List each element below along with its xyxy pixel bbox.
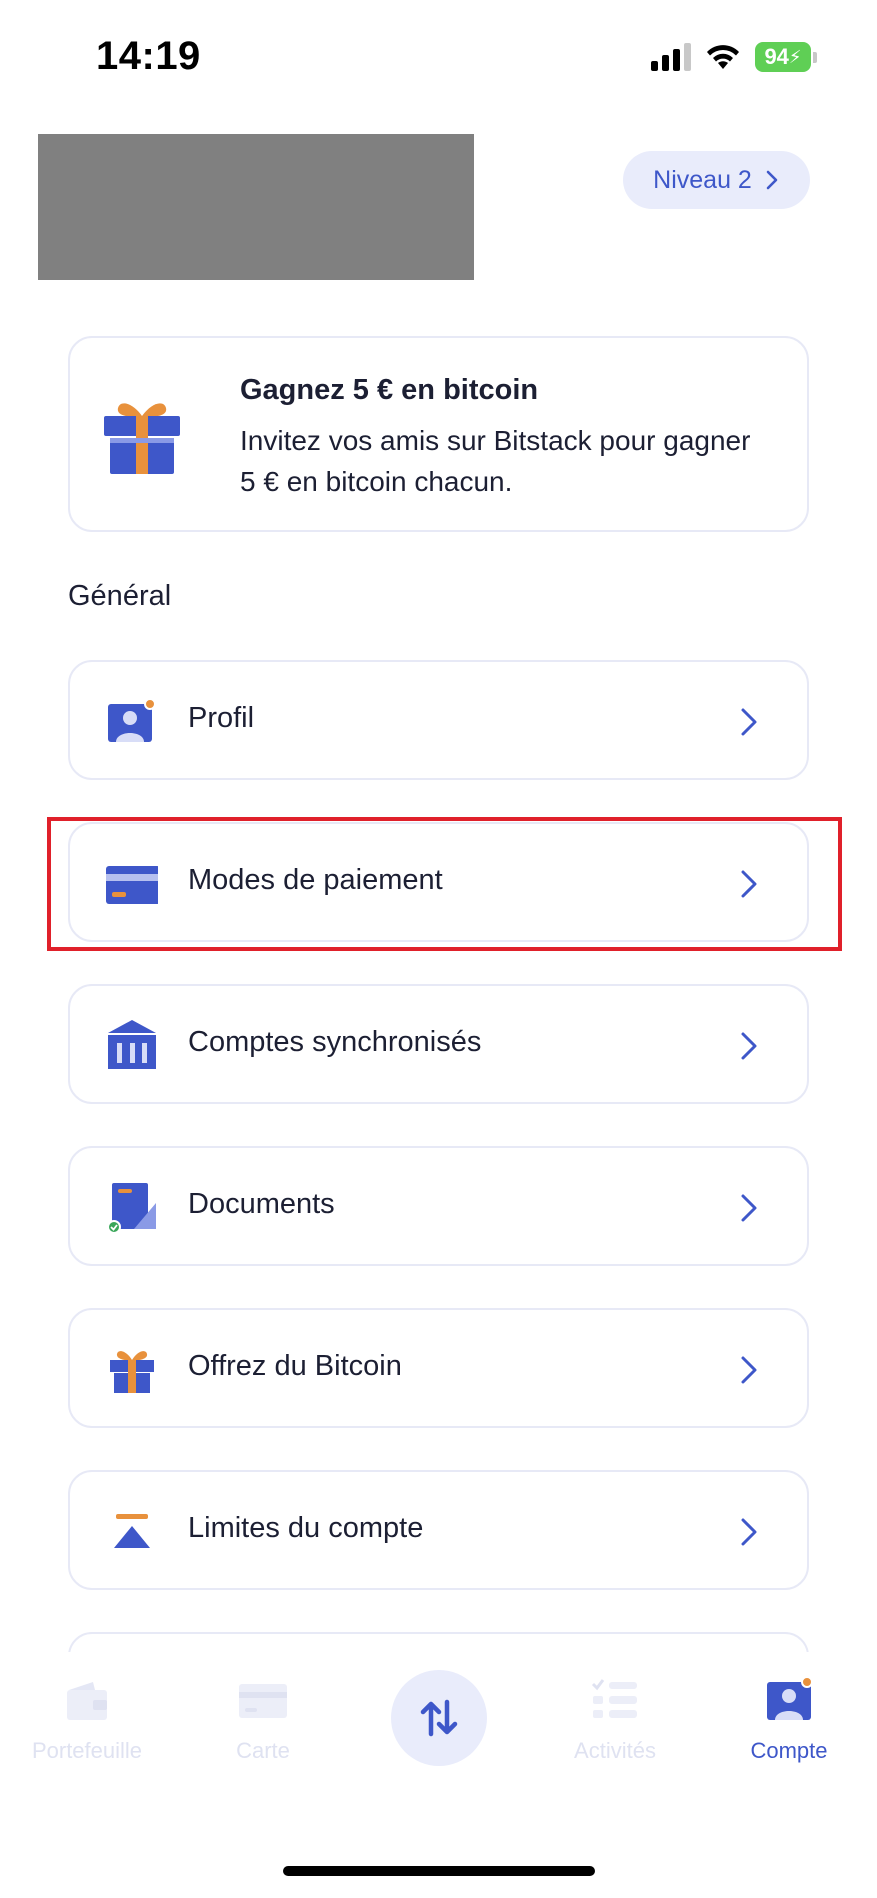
status-bar: 14:19 94 ⚡	[0, 0, 877, 110]
tab-label: Carte	[236, 1738, 290, 1763]
limits-icon	[114, 1514, 150, 1548]
gift-icon	[110, 1351, 154, 1393]
chevron-right-icon	[741, 708, 757, 736]
redacted-user-name	[38, 134, 474, 280]
menu-item-synced-accounts[interactable]: Comptes synchronisés	[68, 984, 809, 1104]
tab-wallet[interactable]: Portefeuille	[7, 1676, 167, 1764]
card-icon	[239, 1684, 287, 1718]
tab-activities[interactable]: Activités	[535, 1676, 695, 1764]
battery-level: 94	[764, 44, 789, 69]
menu-item-gift-bitcoin[interactable]: Offrez du Bitcoin	[68, 1308, 809, 1428]
menu-item-label: Documents	[188, 1188, 335, 1220]
home-indicator	[283, 1866, 595, 1876]
level-label: Niveau 2	[653, 165, 752, 194]
gift-icon	[104, 403, 180, 474]
menu-item-account-limits[interactable]: Limites du compte	[68, 1470, 809, 1590]
signal-icon	[651, 43, 691, 71]
promo-title: Gagnez 5 € en bitcoin	[240, 374, 539, 406]
bank-icon	[108, 1020, 156, 1069]
section-title-general: Général	[68, 580, 172, 612]
wallet-icon	[67, 1682, 107, 1720]
tab-label: Activités	[574, 1738, 656, 1763]
menu-item-label: Profil	[188, 702, 255, 734]
tab-label: Compte	[750, 1738, 828, 1763]
account-icon	[767, 1676, 813, 1720]
chevron-right-icon	[741, 1194, 757, 1222]
profile-icon	[108, 698, 156, 742]
swap-button[interactable]	[391, 1670, 487, 1766]
status-icons: 94 ⚡	[651, 42, 817, 72]
status-time: 14:19	[96, 34, 201, 78]
referral-card[interactable]: Gagnez 5 € en bitcoin Invitez vos amis s…	[68, 336, 809, 532]
wifi-icon	[707, 45, 739, 69]
menu-item-label: Offrez du Bitcoin	[188, 1350, 402, 1382]
activity-list-icon	[591, 1679, 637, 1718]
tab-account[interactable]: Compte	[709, 1676, 869, 1764]
menu-item-label: Limites du compte	[188, 1512, 424, 1544]
chevron-right-icon	[741, 1032, 757, 1060]
promo-description: Invitez vos amis sur Bitstack pour gagne…	[240, 425, 751, 497]
chevron-right-icon	[741, 1518, 757, 1546]
menu-item-profile[interactable]: Profil	[68, 660, 809, 780]
tab-bar: Portefeuille Carte Activités Compte	[0, 1652, 877, 1898]
menu-item-label: Comptes synchronisés	[188, 1026, 482, 1058]
menu-item-documents[interactable]: Documents	[68, 1146, 809, 1266]
document-icon	[107, 1183, 156, 1234]
tab-card[interactable]: Carte	[183, 1676, 343, 1764]
highlight-box	[47, 817, 842, 951]
chevron-right-icon	[766, 170, 778, 190]
battery-charging-icon: 94 ⚡	[755, 42, 817, 72]
chevron-right-icon	[741, 1356, 757, 1384]
level-button[interactable]: Niveau 2	[623, 151, 810, 209]
swap-arrows-icon	[420, 1699, 458, 1737]
tab-label: Portefeuille	[31, 1738, 143, 1763]
